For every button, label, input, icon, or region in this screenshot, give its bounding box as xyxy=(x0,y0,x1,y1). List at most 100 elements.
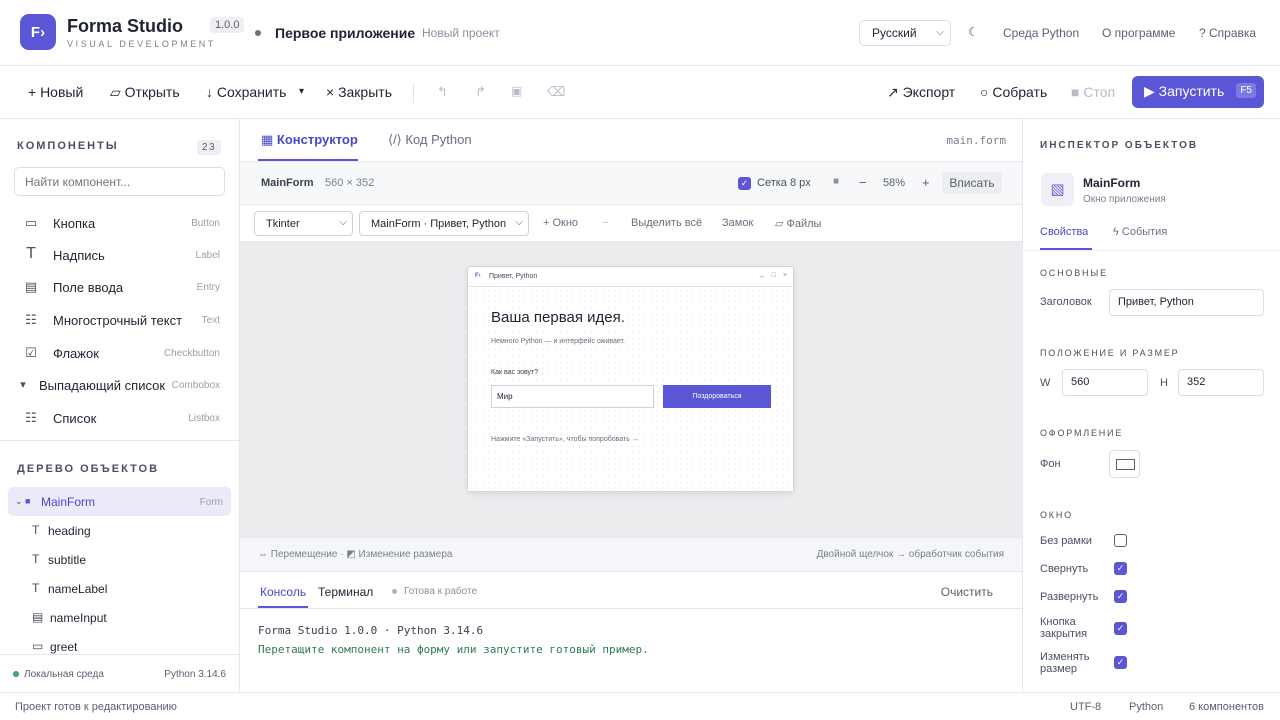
close-icon[interactable]: × xyxy=(783,272,787,279)
component-item-button[interactable]: ▭ Кнопка Button xyxy=(0,207,240,239)
component-type: Button xyxy=(191,218,220,229)
form-name: MainForm xyxy=(261,177,314,189)
redo-icon[interactable]: ↱ xyxy=(475,84,486,100)
dropdown-icon: ▾ xyxy=(20,379,26,391)
tree-item-name: MainForm xyxy=(41,495,96,509)
fit-button[interactable]: Вписать xyxy=(942,172,1002,194)
close-button-checkbox[interactable]: ✓ xyxy=(1114,622,1127,635)
width-input[interactable]: 560 xyxy=(1062,369,1148,396)
snap-icon[interactable]: ■ xyxy=(833,176,839,187)
flag-label: Развернуть xyxy=(1040,591,1099,603)
tree-item-name: greet xyxy=(50,640,78,654)
flag-label: Без рамки xyxy=(1040,535,1092,547)
maximize-checkbox[interactable]: ✓ xyxy=(1114,590,1127,603)
project-subtitle: Новый проект xyxy=(422,26,500,40)
console-tabs: Консоль Терминал Готова к работе Очистит… xyxy=(240,572,1022,609)
form-hint[interactable]: Нажмите «Запустить», чтобы попробовать → xyxy=(491,436,639,443)
frameless-checkbox[interactable] xyxy=(1114,534,1127,547)
component-item-text[interactable]: ☷ Многострочный текст Text xyxy=(0,304,240,336)
files-button[interactable]: ▱ Файлы xyxy=(775,217,821,230)
delete-icon[interactable]: ⌫ xyxy=(547,84,565,100)
save-menu-chevron-icon[interactable]: ▾ xyxy=(299,86,304,97)
component-type: Text xyxy=(201,315,220,326)
text-icon: T xyxy=(32,523,40,537)
help-link[interactable]: ? Справка xyxy=(1199,26,1256,40)
grid-checkbox[interactable]: ✓ xyxy=(738,177,751,190)
background-color-picker[interactable] xyxy=(1109,450,1140,478)
form-greet-button[interactable]: Поздороваться xyxy=(663,385,771,408)
tab-terminal[interactable]: Терминал xyxy=(318,585,373,599)
form-name-input[interactable]: Мир xyxy=(491,385,654,408)
object-type: Окно приложения xyxy=(1083,194,1166,205)
select-all-button[interactable]: Выделить всё xyxy=(631,217,702,229)
height-input[interactable]: 352 xyxy=(1178,369,1264,396)
form-subtitle[interactable]: Немного Python — и интерфейс оживает. xyxy=(491,338,625,345)
undo-icon[interactable]: ↰ xyxy=(437,84,448,100)
export-button[interactable]: ↗ Экспорт xyxy=(887,84,955,101)
title-property-label: Заголовок xyxy=(1040,296,1092,308)
tab-designer[interactable]: ▦ Конструктор xyxy=(261,132,358,148)
copy-icon[interactable]: ▣ xyxy=(511,84,522,98)
toolbar-divider xyxy=(413,83,414,103)
component-item-label[interactable]: T Надпись Label xyxy=(0,239,240,271)
moon-icon[interactable]: ☾ xyxy=(968,25,979,39)
tab-console[interactable]: Консоль xyxy=(260,585,306,599)
about-link[interactable]: О программе xyxy=(1102,26,1175,40)
input-field-icon: ▤ xyxy=(32,610,44,624)
form-preview-window[interactable]: F› Привет, Python – □ × Ваша первая идея… xyxy=(467,266,794,492)
chevron-down-icon: ⌵ xyxy=(515,217,523,228)
background-label: Фон xyxy=(1040,458,1061,470)
env-label: Локальная среда xyxy=(24,669,104,680)
color-swatch xyxy=(1116,459,1135,470)
zoom-in-icon[interactable]: + xyxy=(922,175,930,190)
component-search-input[interactable] xyxy=(14,167,225,196)
add-window-button[interactable]: + Окно xyxy=(543,217,578,229)
tab-events[interactable]: ϟ События xyxy=(1113,226,1167,238)
title-property-input[interactable]: Привет, Python xyxy=(1109,289,1264,316)
app-logo-icon: F› xyxy=(20,14,56,50)
maximize-icon[interactable]: □ xyxy=(772,272,776,279)
active-tab-indicator xyxy=(258,159,358,161)
run-button[interactable]: ▶ Запустить F5 xyxy=(1132,76,1264,108)
component-item-entry[interactable]: ▤ Поле ввода Entry xyxy=(0,271,240,303)
tree-item[interactable]: T subtitle xyxy=(8,545,231,574)
tab-python-code[interactable]: ⟨/⟩ Код Python xyxy=(388,132,472,148)
remove-window-button[interactable]: − xyxy=(602,217,608,229)
brand-name: Forma Studio xyxy=(67,16,183,36)
new-button[interactable]: + Новый xyxy=(28,84,83,100)
minimize-checkbox[interactable]: ✓ xyxy=(1114,562,1127,575)
height-label: H xyxy=(1160,377,1168,389)
form-info-bar: MainForm 560 × 352 ✓ Сетка 8 px ■ − 58% … xyxy=(240,162,1022,205)
main-toolbar: + Новый ▱ Открыть ↓ Сохранить ▾ × Закрыт… xyxy=(0,66,1280,119)
design-canvas[interactable]: F› Привет, Python – □ × Ваша первая идея… xyxy=(240,242,1022,537)
python-env-link[interactable]: Среда Python xyxy=(1003,26,1079,40)
component-item-checkbutton[interactable]: ☑ Флажок Checkbutton xyxy=(0,337,240,369)
lock-button[interactable]: Замок xyxy=(722,217,753,229)
close-button[interactable]: × Закрыть xyxy=(326,84,392,100)
minimize-icon[interactable]: – xyxy=(760,272,764,281)
tree-item[interactable]: ▭ greet xyxy=(8,632,231,654)
tree-item[interactable]: ▤ nameInput xyxy=(8,603,231,632)
language-select[interactable]: Русский ⌵ xyxy=(859,20,951,46)
stop-button[interactable]: ■ Стоп xyxy=(1071,84,1115,100)
tree-item[interactable]: T nameLabel xyxy=(8,574,231,603)
form-heading[interactable]: Ваша первая идея. xyxy=(491,309,625,326)
component-item-listbox[interactable]: ☷ Список Listbox xyxy=(0,402,240,434)
designer-controls: Tkinter ⌵ MainForm · Привет, Python ⌵ + … xyxy=(240,205,1022,242)
tree-item-mainform[interactable]: ⌄ ■ MainForm Form xyxy=(8,487,231,516)
component-item-combobox[interactable]: ▾ Выпадающий список Combobox xyxy=(0,369,240,401)
form-name-label[interactable]: Как вас зовут? xyxy=(491,369,538,376)
form-select[interactable]: MainForm · Привет, Python ⌵ xyxy=(359,211,529,236)
clear-console-button[interactable]: Очистить xyxy=(941,585,993,599)
save-button[interactable]: ↓ Сохранить xyxy=(206,84,286,100)
inspector-divider xyxy=(1023,250,1280,251)
open-button[interactable]: ▱ Открыть xyxy=(110,84,180,101)
build-button[interactable]: ○ Собрать xyxy=(980,84,1047,100)
language-value: Русский xyxy=(872,26,917,40)
framework-select[interactable]: Tkinter ⌵ xyxy=(254,211,353,236)
tree-item[interactable]: T heading xyxy=(8,516,231,545)
brand-subtitle: VISUAL DEVELOPMENT xyxy=(67,39,216,49)
zoom-out-icon[interactable]: − xyxy=(859,175,867,190)
tab-properties[interactable]: Свойства xyxy=(1040,226,1088,238)
resizable-checkbox[interactable]: ✓ xyxy=(1114,656,1127,669)
